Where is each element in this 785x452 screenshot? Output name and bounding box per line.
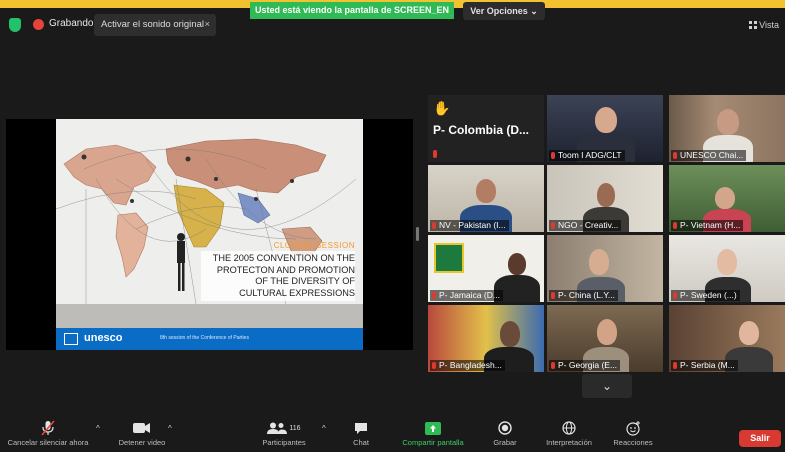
muted-mic-icon [551,152,555,159]
globe-icon [538,418,600,438]
participants-caret-icon[interactable]: ^ [322,424,326,433]
dismiss-icon[interactable]: × [204,19,210,30]
leave-meeting-button[interactable]: Salir [739,430,781,447]
participant-tile[interactable]: NV - Pakistan (I... [428,165,544,232]
view-button[interactable]: Vista [749,20,779,30]
muted-mic-icon [673,362,677,369]
slide-footer: unesco 8th session of the Conference of … [56,328,363,350]
participant-tile-colombia[interactable]: ✋ P- Colombia (D... [428,95,544,162]
video-camera-icon [112,418,172,438]
muted-mic-icon [432,222,436,229]
participant-name: Toom I ADG/CLT [549,150,625,161]
muted-mic-icon [673,222,677,229]
participant-name: UNESCO Chai... [671,150,747,161]
participant-tile-active-speaker[interactable]: Toom I ADG/CLT [547,95,663,162]
participants-count: 116 [289,424,301,432]
mute-button[interactable]: Cancelar silenciar ahora [6,418,90,447]
share-screen-button[interactable]: Compartir pantalla [392,418,474,447]
presentation-slide: CLOSING SESSION THE 2005 CONVENTION ON T… [56,119,363,350]
participant-name: NV - Pakistan (I... [430,220,509,231]
participant-name: P- Jamaica (D... [430,290,503,301]
participant-name: P- China (L.Y... [549,290,619,301]
participants-label: Participantes [262,438,306,447]
participant-name: P- Serbia (M... [671,360,738,371]
participant-tile[interactable]: UNESCO Chai... [669,95,785,162]
view-options-label: Ver Opciones [470,6,528,16]
participant-name: P- Bangladesh... [430,360,505,371]
shared-screen: CLOSING SESSION THE 2005 CONVENTION ON T… [6,119,413,350]
video-options-caret-icon[interactable]: ^ [168,424,172,433]
participant-tile[interactable]: P- Vietnam (H... [669,165,785,232]
participant-tile[interactable]: P- Sweden (...) [669,235,785,302]
participant-name: P- Sweden (...) [671,290,740,301]
muted-mic-icon [551,222,555,229]
slide-session-tag: CLOSING SESSION [273,241,355,250]
share-screen-icon [392,418,474,438]
chevron-down-icon: ⌄ [601,379,613,393]
participant-tile[interactable]: P- Georgia (E... [547,305,663,372]
stop-video-label: Detener video [118,438,166,447]
record-label: Grabar [493,438,517,447]
original-sound-button[interactable]: Activar el sonido original × [94,14,216,36]
panel-splitter-handle[interactable] [416,227,419,241]
slide-text-block: CLOSING SESSION THE 2005 CONVENTION ON T… [201,241,355,301]
screen-share-banner: Usted está viendo la pantalla de SCREEN_… [250,2,454,19]
interpretation-button[interactable]: Interpretación [538,418,600,447]
participant-tile[interactable]: P- Serbia (M... [669,305,785,372]
muted-mic-icon [551,362,555,369]
record-button[interactable]: Grabar [490,418,520,447]
muted-mic-icon [551,292,555,299]
muted-mic-icon [432,362,436,369]
reaction-smiley-icon [608,418,658,438]
raised-hand-icon: ✋ [433,100,451,116]
chat-bubble-icon [348,418,374,438]
unesco-logo-icon [64,333,78,345]
participant-tile[interactable]: NGO - Creativ... [547,165,663,232]
muted-mic-icon [673,292,677,299]
participant-name: P- Georgia (E... [549,360,621,371]
reactions-label: Reacciones [613,438,653,447]
participant-name: NGO - Creativ... [549,220,622,231]
participant-tile[interactable]: P- Bangladesh... [428,305,544,372]
view-options-button[interactable]: Ver Opciones ⌄ [463,2,545,20]
chat-label: Chat [353,438,369,447]
recording-icon [33,19,44,30]
world-map-photo [56,119,363,350]
meeting-toolbar: Cancelar silenciar ahora ^ Detener video… [0,418,785,452]
audio-options-caret-icon[interactable]: ^ [96,424,100,433]
gallery-next-page-button[interactable]: ⌄ [582,374,632,398]
muted-mic-icon [433,150,437,158]
participant-gallery: ✋ P- Colombia (D... Toom I ADG/CLT UNESC… [428,95,785,375]
record-icon [490,418,520,438]
participant-tile[interactable]: P- Jamaica (D... [428,235,544,302]
chat-button[interactable]: Chat [348,418,374,447]
grid-icon [749,21,758,29]
slide-footer-caption: 8th session of the Conference of Parties [160,335,249,341]
reactions-button[interactable]: Reacciones [608,418,658,447]
original-sound-label: Activar el sonido original [101,19,204,30]
participant-name-colombia: P- Colombia (D... [433,123,529,137]
microphone-muted-icon [6,418,90,438]
participants-button[interactable]: 116 Participantes [258,418,310,447]
stop-video-button[interactable]: Detener video [112,418,172,447]
slide-title: THE 2005 CONVENTION ON THE PROTECTON AND… [201,251,355,301]
muted-mic-icon [673,152,677,159]
share-screen-label: Compartir pantalla [402,438,464,447]
view-label: Vista [759,20,779,30]
unesco-wordmark: unesco [84,332,123,344]
security-shield-icon[interactable] [9,18,21,32]
interpretation-label: Interpretación [546,438,592,447]
participants-icon: 116 [258,418,310,438]
mute-label: Cancelar silenciar ahora [7,438,89,447]
recording-label: Grabando [49,18,94,29]
participant-tile[interactable]: P- China (L.Y... [547,235,663,302]
participant-name: P- Vietnam (H... [671,220,744,231]
muted-mic-icon [432,292,436,299]
